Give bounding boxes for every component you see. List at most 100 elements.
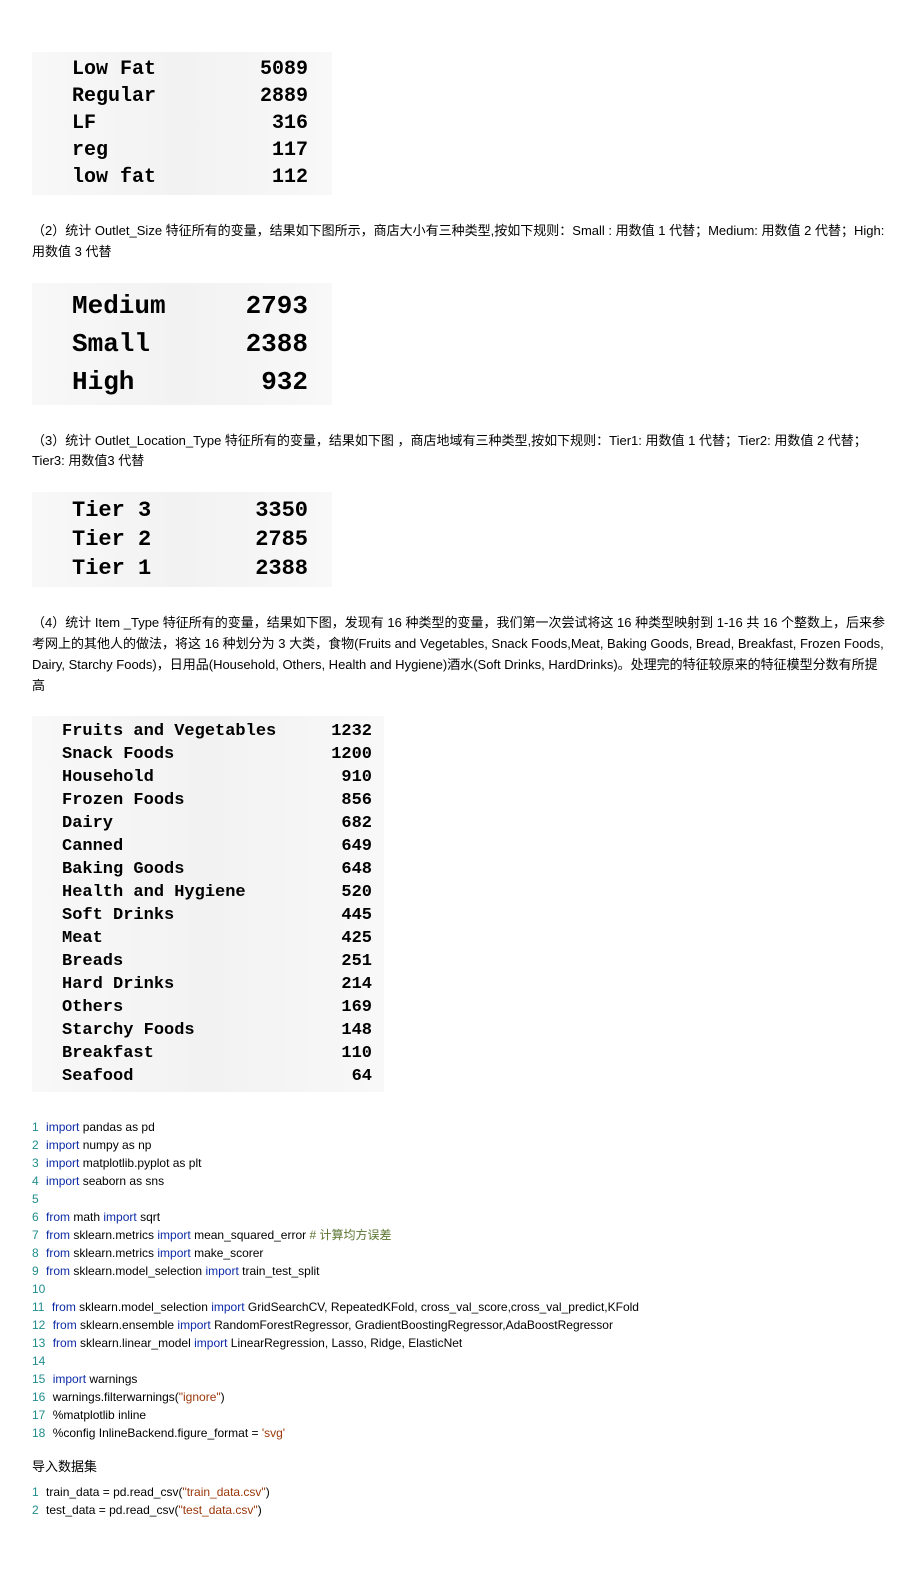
row-value: 214 <box>312 975 384 994</box>
table-row: Fruits and Vegetables1232 <box>32 720 384 743</box>
row-value: 316 <box>212 112 332 135</box>
table-row: Meat425 <box>32 927 384 950</box>
code-block-imports: 1 import pandas as pd2 import numpy as n… <box>32 1118 888 1442</box>
table-row: Dairy682 <box>32 812 384 835</box>
code-line: 4 import seaborn as sns <box>32 1172 888 1190</box>
section-import-dataset: 导入数据集 <box>32 1456 888 1475</box>
row-label: Breads <box>32 952 312 971</box>
line-number: 3 <box>32 1154 39 1172</box>
row-label: Regular <box>32 85 212 108</box>
code-line: 14 <box>32 1352 888 1370</box>
row-value: 520 <box>312 883 384 902</box>
line-number: 14 <box>32 1352 45 1370</box>
outlet-location-table: Tier 33350Tier 22785Tier 12388 <box>32 492 332 587</box>
table-row: Tier 22785 <box>32 525 332 554</box>
row-value: 2388 <box>212 556 332 581</box>
code-line: 13 from sklearn.linear_model import Line… <box>32 1334 888 1352</box>
row-label: Medium <box>32 291 212 321</box>
row-label: Others <box>32 998 312 1017</box>
code-line: 11 from sklearn.model_selection import G… <box>32 1298 888 1316</box>
outlet-size-table: Medium2793Small2388High932 <box>32 283 332 405</box>
line-number: 2 <box>32 1136 39 1154</box>
row-label: Tier 1 <box>32 556 212 581</box>
row-value: 169 <box>312 998 384 1017</box>
line-number: 15 <box>32 1370 45 1388</box>
row-label: Low Fat <box>32 58 212 81</box>
row-value: 682 <box>312 814 384 833</box>
row-value: 64 <box>312 1067 384 1086</box>
row-label: Snack Foods <box>32 745 312 764</box>
row-value: 148 <box>312 1021 384 1040</box>
code-line: 18 %config InlineBackend.figure_format =… <box>32 1424 888 1442</box>
row-value: 445 <box>312 906 384 925</box>
code-line: 17 %matplotlib inline <box>32 1406 888 1424</box>
table-row: Baking Goods648 <box>32 858 384 881</box>
table-row: Breads251 <box>32 950 384 973</box>
table-row: Household910 <box>32 766 384 789</box>
row-value: 425 <box>312 929 384 948</box>
row-label: Health and Hygiene <box>32 883 312 902</box>
table-row: Soft Drinks445 <box>32 904 384 927</box>
row-value: 251 <box>312 952 384 971</box>
row-value: 110 <box>312 1044 384 1063</box>
row-value: 2388 <box>212 329 332 359</box>
row-value: 5089 <box>212 58 332 81</box>
paragraph-3: （3）统计 Outlet_Location_Type 特征所有的变量，结果如下图… <box>32 431 888 473</box>
line-number: 8 <box>32 1244 39 1262</box>
line-number: 17 <box>32 1406 45 1424</box>
line-number: 11 <box>32 1298 44 1316</box>
item-type-table: Fruits and Vegetables1232Snack Foods1200… <box>32 716 384 1092</box>
row-label: Household <box>32 768 312 787</box>
row-label: Starchy Foods <box>32 1021 312 1040</box>
line-number: 1 <box>32 1118 39 1136</box>
table-row: Canned649 <box>32 835 384 858</box>
table-row: Others169 <box>32 996 384 1019</box>
row-label: low fat <box>32 166 212 189</box>
table-row: Health and Hygiene520 <box>32 881 384 904</box>
row-label: Hard Drinks <box>32 975 312 994</box>
row-label: Soft Drinks <box>32 906 312 925</box>
table-row: Medium2793 <box>32 287 332 325</box>
line-number: 13 <box>32 1334 45 1352</box>
row-label: Tier 2 <box>32 527 212 552</box>
table-row: Breakfast110 <box>32 1042 384 1065</box>
row-label: LF <box>32 112 212 135</box>
row-label: Dairy <box>32 814 312 833</box>
code-line: 8 from sklearn.metrics import make_score… <box>32 1244 888 1262</box>
row-label: Meat <box>32 929 312 948</box>
table-row: Regular2889 <box>32 83 332 110</box>
row-label: Baking Goods <box>32 860 312 879</box>
table-row: High932 <box>32 363 332 401</box>
code-line: 16 warnings.filterwarnings("ignore") <box>32 1388 888 1406</box>
table-row: LF316 <box>32 110 332 137</box>
line-number: 18 <box>32 1424 45 1442</box>
table-row: Seafood64 <box>32 1065 384 1088</box>
line-number: 12 <box>32 1316 45 1334</box>
table-row: reg117 <box>32 137 332 164</box>
row-label: Seafood <box>32 1067 312 1086</box>
row-value: 932 <box>212 367 332 397</box>
code-line: 15 import warnings <box>32 1370 888 1388</box>
code-line: 1 import pandas as pd <box>32 1118 888 1136</box>
table-row: Snack Foods1200 <box>32 743 384 766</box>
line-number: 5 <box>32 1190 39 1208</box>
code-line: 2 test_data = pd.read_csv("test_data.csv… <box>32 1501 888 1519</box>
code-block-load-data: 1 train_data = pd.read_csv("train_data.c… <box>32 1483 888 1519</box>
row-label: Tier 3 <box>32 498 212 523</box>
table-row: Tier 33350 <box>32 496 332 525</box>
row-value: 2793 <box>212 291 332 321</box>
code-line: 1 train_data = pd.read_csv("train_data.c… <box>32 1483 888 1501</box>
code-line: 6 from math import sqrt <box>32 1208 888 1226</box>
row-label: Canned <box>32 837 312 856</box>
line-number: 9 <box>32 1262 39 1280</box>
row-value: 910 <box>312 768 384 787</box>
row-label: High <box>32 367 212 397</box>
paragraph-2: （2）统计 Outlet_Size 特征所有的变量，结果如下图所示，商店大小有三… <box>32 221 888 263</box>
row-label: Breakfast <box>32 1044 312 1063</box>
table-row: Hard Drinks214 <box>32 973 384 996</box>
row-value: 2889 <box>212 85 332 108</box>
code-line: 7 from sklearn.metrics import mean_squar… <box>32 1226 888 1244</box>
code-line: 12 from sklearn.ensemble import RandomFo… <box>32 1316 888 1334</box>
table-row: Low Fat5089 <box>32 56 332 83</box>
row-value: 117 <box>212 139 332 162</box>
